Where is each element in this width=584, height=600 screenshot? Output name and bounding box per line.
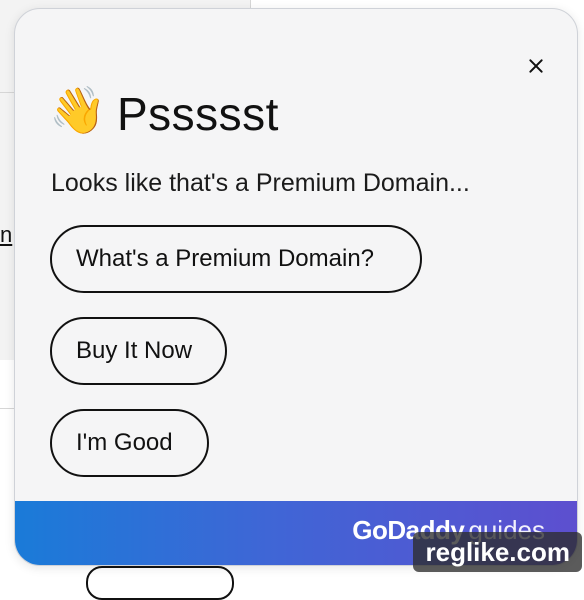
- background-link[interactable]: n: [0, 222, 12, 248]
- buy-it-now-button[interactable]: Buy It Now: [50, 317, 227, 385]
- waving-hand-icon: 👋: [49, 87, 103, 141]
- widget-heading: 👋 Pssssst: [49, 87, 279, 141]
- guides-chat-widget: 👋 Pssssst Looks like that's a Premium Do…: [14, 8, 578, 566]
- watermark: reglike.com: [413, 532, 582, 572]
- widget-message: Looks like that's a Premium Domain...: [51, 169, 470, 198]
- widget-title: Pssssst: [117, 87, 279, 141]
- im-good-button[interactable]: I'm Good: [50, 409, 209, 477]
- whats-premium-domain-button[interactable]: What's a Premium Domain?: [50, 225, 422, 293]
- close-icon[interactable]: [525, 55, 547, 77]
- background-button[interactable]: [86, 566, 234, 600]
